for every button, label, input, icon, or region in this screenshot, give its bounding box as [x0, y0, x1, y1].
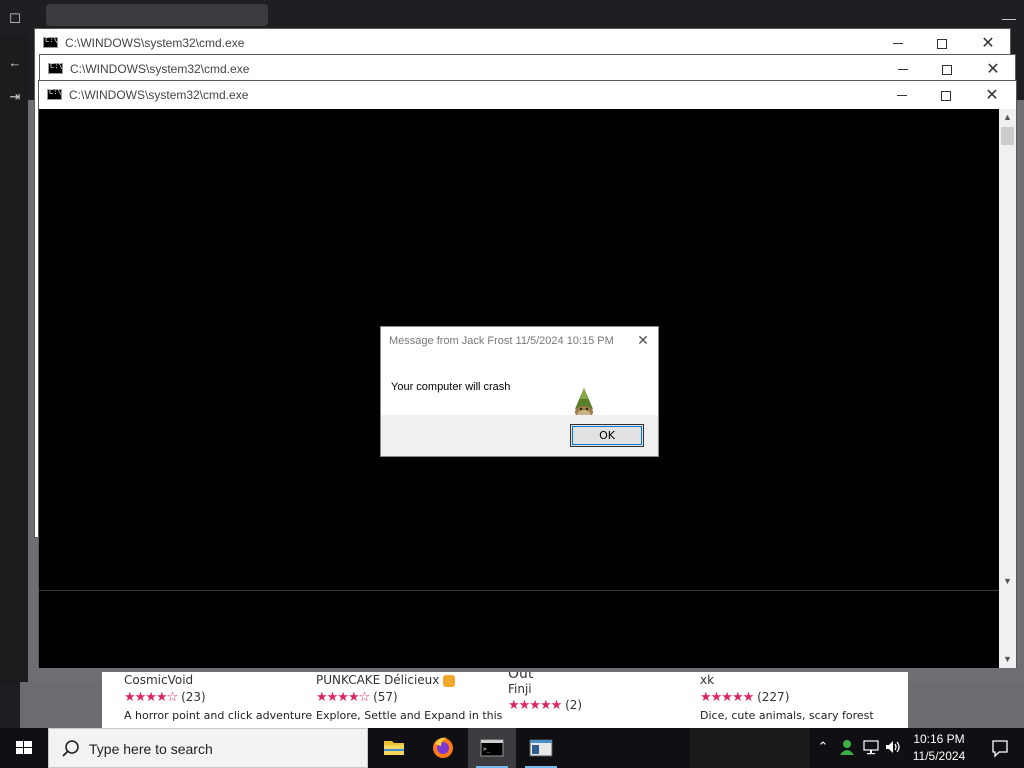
cmd-title-bar[interactable]: C:\WINDOWS\system32\cmd.exe ✕: [40, 55, 1015, 83]
dialog-message: Your computer will crash: [391, 381, 511, 393]
svg-text:>_: >_: [483, 746, 491, 753]
back-arrow-icon[interactable]: ←: [8, 56, 22, 70]
cmd-title: C:\WINDOWS\system32\cmd.exe: [70, 62, 250, 76]
emoji-icon: [443, 674, 456, 687]
close-icon: ✕: [985, 85, 999, 104]
people-icon[interactable]: [838, 738, 856, 756]
windows-logo-icon: [16, 741, 32, 754]
close-icon: ✕: [981, 33, 995, 52]
scrollbar-thumb[interactable]: [1001, 127, 1014, 145]
clock-date[interactable]: 11/5/2024: [904, 749, 974, 763]
close-button[interactable]: ✕: [965, 31, 1011, 55]
cmd-title-bar[interactable]: C:\WINDOWS\system32\cmd.exe ✕: [35, 29, 1010, 57]
close-icon: ✕: [986, 59, 1000, 78]
minimize-icon: [893, 43, 903, 45]
taskbar-search-box[interactable]: Type here to search: [48, 728, 368, 768]
maximize-button[interactable]: [924, 57, 970, 81]
browser-tab[interactable]: [46, 4, 268, 26]
clock-time[interactable]: 10:16 PM: [904, 732, 974, 746]
console-icon: [43, 36, 58, 48]
game-card[interactable]: CosmicVoid ★★★★☆ (23) A horror point and…: [124, 672, 314, 722]
maximize-button[interactable]: [919, 31, 965, 55]
message-dialog[interactable]: Message from Jack Frost 11/5/2024 10:15 …: [380, 326, 659, 457]
minimize-icon: [898, 69, 908, 71]
monitor-network-icon: [863, 740, 879, 755]
rating-stars: ★★★★☆: [316, 690, 370, 705]
game-card[interactable]: xk ★★★★★ (227) Dice, cute animals, scary…: [700, 672, 890, 722]
search-placeholder: Type here to search: [89, 741, 213, 757]
rating-stars: ★★★★★: [700, 690, 754, 705]
taskbar: Type here to search >_ ⌃ 10:16 PM 11/5/2…: [0, 728, 1024, 768]
cmd-icon: >_: [480, 739, 504, 757]
rating-count: (57): [373, 690, 398, 704]
game-title[interactable]: PUNKCAKE Délicieux: [316, 672, 506, 688]
firefox-button[interactable]: [419, 728, 467, 768]
dialog-close-button[interactable]: ✕: [634, 331, 652, 349]
console-icon: [47, 88, 62, 100]
minimize-button[interactable]: [879, 83, 925, 107]
game-title[interactable]: CosmicVoid: [124, 672, 314, 688]
maximize-icon: [937, 38, 947, 49]
rating-stars: ★★★★☆: [124, 690, 178, 705]
notepad-window-button[interactable]: [517, 728, 565, 768]
minimize-button[interactable]: [875, 31, 921, 55]
cmd-title-bar[interactable]: C:\WINDOWS\system32\cmd.exe ✕: [39, 81, 1016, 109]
games-panel: CosmicVoid ★★★★☆ (23) A horror point and…: [102, 672, 908, 728]
maximize-icon: [941, 90, 951, 101]
game-rating: ★★★★☆ (23): [124, 690, 314, 705]
dialog-title: Message from Jack Frost 11/5/2024 10:15 …: [389, 335, 614, 347]
ok-button[interactable]: OK: [570, 424, 644, 447]
window-app-icon: [529, 739, 553, 757]
scroll-down-icon[interactable]: ▼: [999, 573, 1016, 590]
scroll-up-icon[interactable]: ▲: [999, 109, 1016, 126]
game-description: A horror point and click adventure: [124, 709, 313, 722]
minimize-icon[interactable]: —: [1002, 10, 1016, 26]
game-rating: ★★★★★ (227): [700, 690, 890, 705]
cmd-title: C:\WINDOWS\system32\cmd.exe: [65, 36, 245, 50]
game-description: Dice, cute animals, scary forest: [700, 709, 874, 722]
close-button[interactable]: ✕: [970, 57, 1016, 81]
file-explorer-button[interactable]: [370, 728, 418, 768]
game-card[interactable]: Out Finji ★★★★★ (2): [508, 672, 698, 713]
console-lower-pane[interactable]: [39, 590, 999, 668]
maximize-button[interactable]: [923, 83, 969, 107]
game-rating: ★★★★☆ (57): [316, 690, 506, 705]
sign-in-icon[interactable]: ⇥: [8, 90, 22, 104]
game-card[interactable]: PUNKCAKE Délicieux ★★★★☆ (57) Explore, S…: [316, 672, 506, 722]
network-icon[interactable]: [862, 738, 880, 756]
firefox-icon: [433, 737, 453, 758]
vertical-scrollbar[interactable]: ▲ ▼: [999, 109, 1016, 590]
scroll-down-icon[interactable]: ▼: [999, 651, 1016, 668]
close-button[interactable]: ✕: [969, 83, 1015, 107]
game-description: Explore, Settle and Expand in this: [316, 709, 503, 722]
rating-stars: ★★★★★: [508, 698, 562, 713]
speaker-icon: [886, 741, 900, 753]
minimize-button[interactable]: [880, 57, 926, 81]
vertical-scrollbar-lower[interactable]: ▼: [999, 590, 1016, 668]
command-prompt-button[interactable]: >_: [468, 728, 516, 768]
taskbar-background: [690, 728, 810, 768]
game-rating: ★★★★★ (2): [508, 698, 698, 713]
start-button[interactable]: [0, 728, 48, 768]
folder-icon: [384, 741, 404, 755]
browser-sidebar: ← ⇥: [0, 34, 28, 684]
rating-count: (227): [757, 690, 790, 704]
game-title[interactable]: xk: [700, 672, 890, 688]
rating-count: (2): [565, 698, 583, 712]
game-title[interactable]: Out: [508, 672, 698, 682]
game-developer[interactable]: Finji: [508, 682, 698, 696]
search-icon: [62, 740, 79, 757]
volume-icon[interactable]: [884, 738, 902, 756]
cmd-title: C:\WINDOWS\system32\cmd.exe: [69, 88, 249, 102]
action-center-button[interactable]: [980, 728, 1020, 768]
show-hidden-icons-chevron-icon[interactable]: ⌃: [814, 738, 832, 756]
minimize-icon: [897, 95, 907, 97]
maximize-icon: [942, 64, 952, 75]
notification-icon: [992, 740, 1008, 758]
rating-count: (23): [181, 690, 206, 704]
tab-list-icon[interactable]: ☐: [8, 12, 22, 26]
console-icon: [48, 62, 63, 74]
user-icon: [840, 740, 854, 755]
